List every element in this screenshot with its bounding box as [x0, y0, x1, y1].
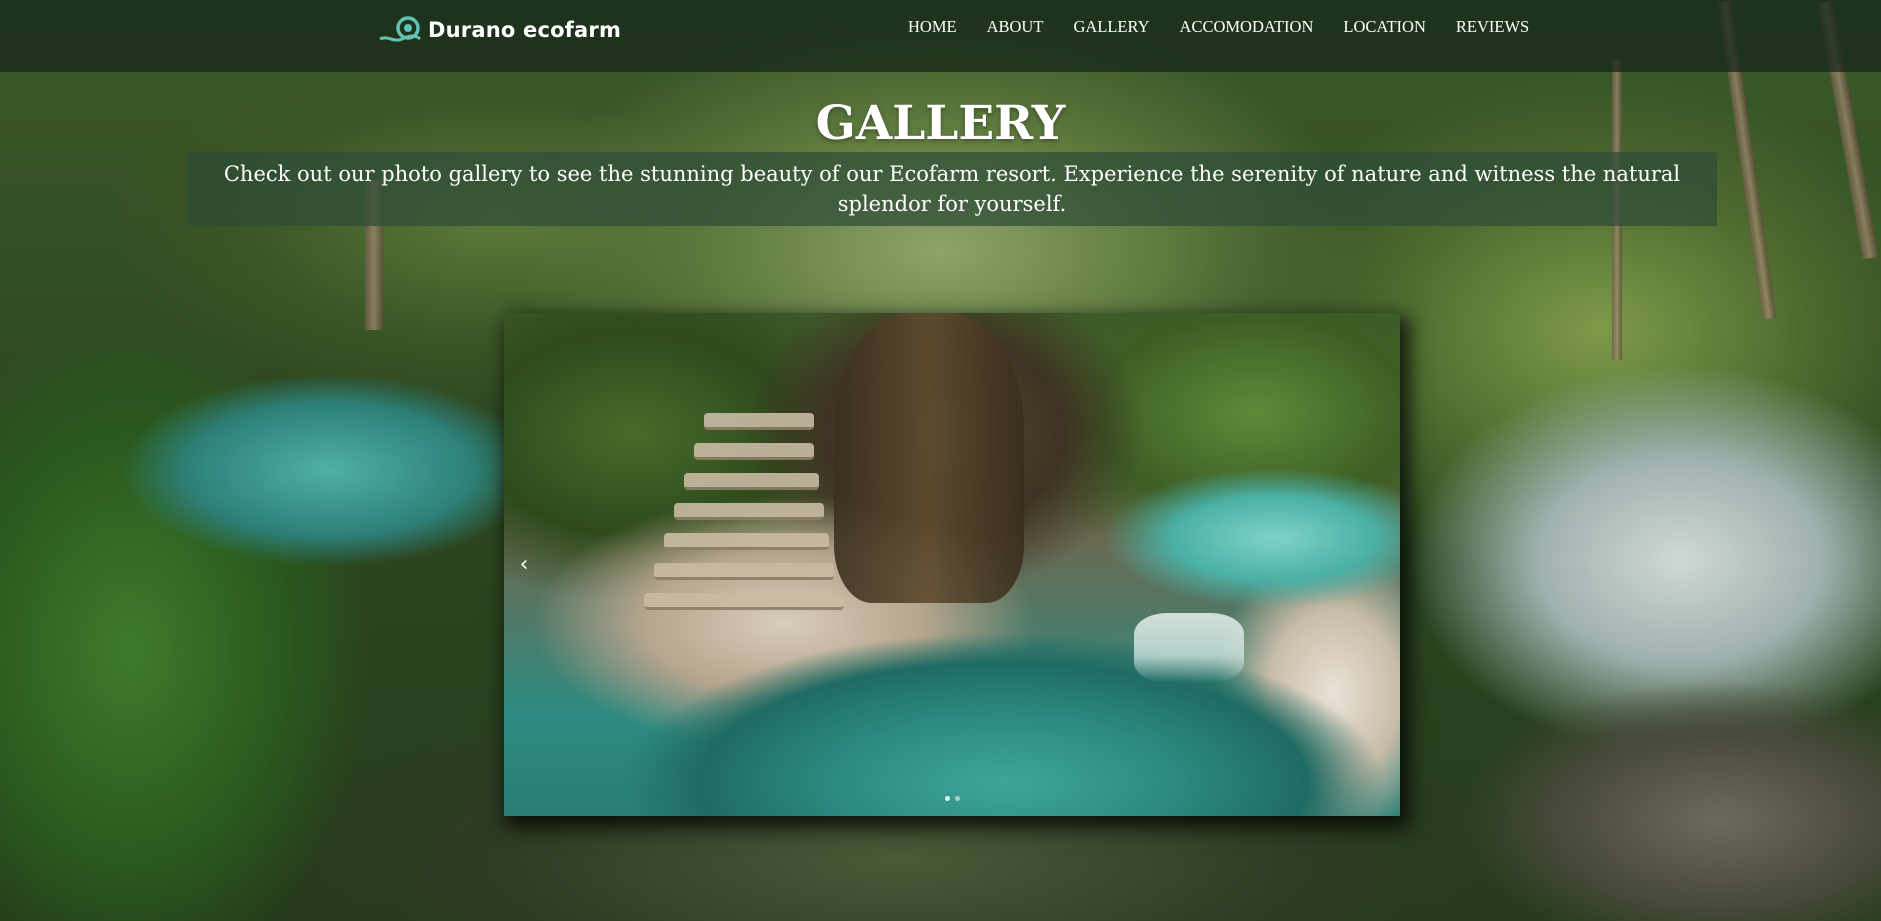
slide-stone-steps: [644, 373, 874, 663]
carousel-prev-button[interactable]: ‹: [504, 313, 544, 816]
carousel-slide-image: [504, 313, 1400, 816]
nav-location-link[interactable]: LOCATION: [1328, 16, 1441, 38]
photo-carousel[interactable]: ‹: [504, 313, 1400, 816]
carousel-indicator[interactable]: [954, 796, 960, 801]
page-title: GALLERY: [815, 96, 1066, 151]
nav-reviews-link[interactable]: REVIEWS: [1441, 16, 1544, 38]
brand-name: Durano ecofarm: [428, 18, 622, 42]
description-panel: Check out our photo gallery to see the s…: [187, 152, 1717, 226]
wave-logo-icon: [379, 16, 422, 42]
nav-accomodation-link[interactable]: ACCOMODATION: [1165, 16, 1329, 38]
carousel-indicator[interactable]: [944, 796, 950, 801]
nav-home-link[interactable]: HOME: [893, 16, 972, 38]
main-menu: HOME ABOUT GALLERY ACCOMODATION LOCATION…: [893, 16, 1544, 38]
brand-logo-link[interactable]: Durano ecofarm: [378, 14, 621, 46]
carousel-indicators: [504, 796, 1400, 801]
top-navbar: Durano ecofarm HOME ABOUT GALLERY ACCOMO…: [0, 0, 1881, 72]
gallery-description: Check out our photo gallery to see the s…: [223, 162, 1681, 216]
slide-waterfall: [1134, 613, 1244, 683]
nav-about-link[interactable]: ABOUT: [972, 16, 1059, 38]
chevron-left-icon: ‹: [519, 552, 529, 577]
nav-gallery-link[interactable]: GALLERY: [1058, 16, 1164, 38]
